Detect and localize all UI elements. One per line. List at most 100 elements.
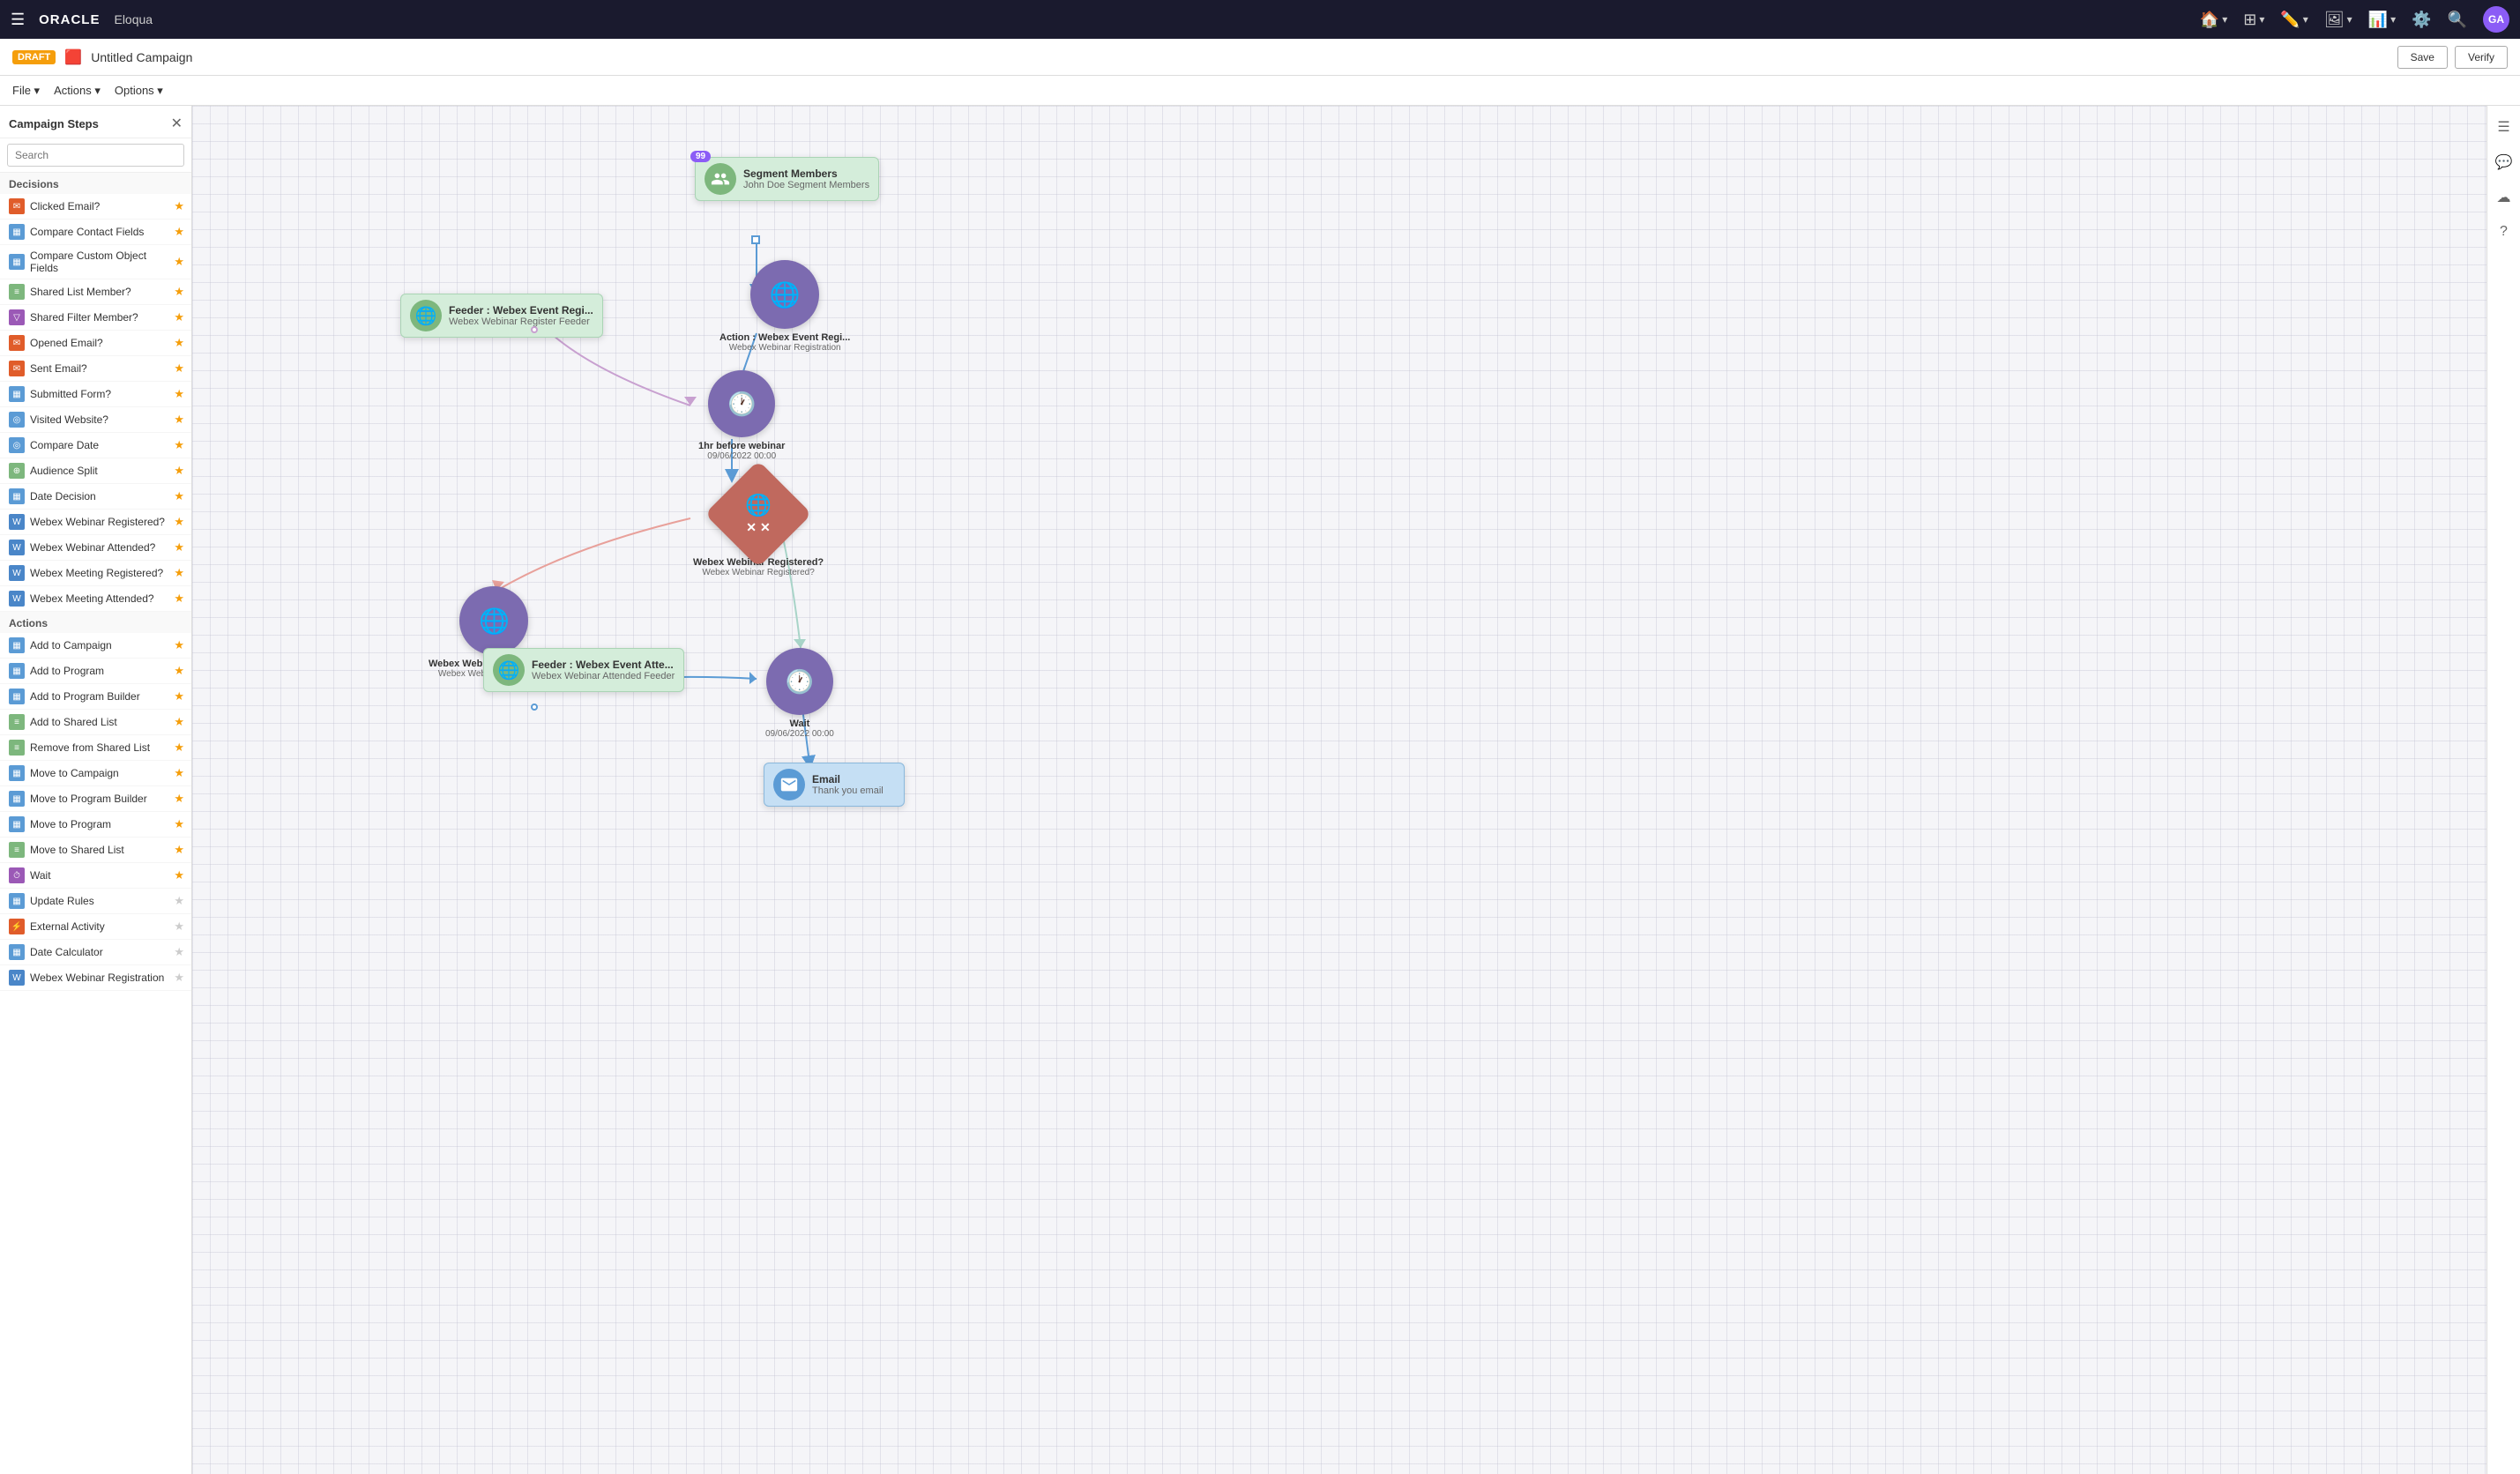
home-nav-btn[interactable]: 🏠 ▾ (2200, 11, 2227, 29)
edit-nav-btn[interactable]: ✏️ ▾ (2280, 11, 2308, 29)
star-sent-email[interactable]: ★ (174, 361, 184, 376)
sidebar-item-visited-website[interactable]: ◎ Visited Website? ★ (0, 407, 191, 433)
star-compare-contact[interactable]: ★ (174, 225, 184, 239)
star-update-rules[interactable]: ★ (174, 894, 184, 908)
feeder2-text: Feeder : Webex Event Atte... Webex Webin… (532, 659, 675, 681)
star-webex-meeting-reg[interactable]: ★ (174, 566, 184, 580)
sidebar-item-add-shared-list[interactable]: ≡ Add to Shared List ★ (0, 710, 191, 735)
star-webex-attended[interactable]: ★ (174, 540, 184, 555)
sidebar-item-shared-filter[interactable]: ▽ Shared Filter Member? ★ (0, 305, 191, 331)
star-audience-split[interactable]: ★ (174, 464, 184, 478)
star-opened-email[interactable]: ★ (174, 336, 184, 350)
star-add-program-builder[interactable]: ★ (174, 689, 184, 704)
feeder2-node[interactable]: 🌐 Feeder : Webex Event Atte... Webex Web… (483, 648, 684, 692)
star-move-campaign[interactable]: ★ (174, 766, 184, 780)
sidebar-item-webex-registered[interactable]: W Webex Webinar Registered? ★ (0, 510, 191, 535)
feeder1-node[interactable]: 🌐 Feeder : Webex Event Regi... Webex Web… (400, 294, 603, 338)
sidebar-item-webex-attended[interactable]: W Webex Webinar Attended? ★ (0, 535, 191, 561)
star-external-activity[interactable]: ★ (174, 919, 184, 934)
sidebar-item-submitted-form[interactable]: ▦ Submitted Form? ★ (0, 382, 191, 407)
star-submitted-form[interactable]: ★ (174, 387, 184, 401)
sidebar-item-date-decision[interactable]: ▦ Date Decision ★ (0, 484, 191, 510)
lines-panel-icon[interactable]: ☰ (2494, 115, 2513, 139)
sidebar-item-wait[interactable]: ⏱ Wait ★ (0, 863, 191, 889)
email-text: Email Thank you email (812, 773, 883, 796)
image-nav-btn[interactable]: 🖼 ▾ (2324, 11, 2352, 29)
actions-section-header: Actions (0, 612, 191, 633)
sidebar-item-move-program-builder[interactable]: ▦ Move to Program Builder ★ (0, 786, 191, 812)
sidebar-item-sent-email[interactable]: ✉ Sent Email? ★ (0, 356, 191, 382)
star-webex-reg-action[interactable]: ★ (174, 971, 184, 985)
sidebar-item-opened-email[interactable]: ✉ Opened Email? ★ (0, 331, 191, 356)
feeder1-text: Feeder : Webex Event Regi... Webex Webin… (449, 304, 593, 327)
canvas-area[interactable]: 99 Segment Members John Doe Segment Memb… (192, 106, 2486, 1474)
sidebar-item-webex-meeting-reg[interactable]: W Webex Meeting Registered? ★ (0, 561, 191, 586)
chart-nav-btn[interactable]: 📊 ▾ (2368, 11, 2396, 29)
sidebar-item-move-campaign[interactable]: ▦ Move to Campaign ★ (0, 761, 191, 786)
cloud-panel-icon[interactable]: ☁ (2494, 185, 2515, 210)
star-webex-meeting-att[interactable]: ★ (174, 592, 184, 606)
sidebar-close-icon[interactable]: ✕ (171, 115, 183, 132)
star-date-decision[interactable]: ★ (174, 489, 184, 503)
sidebar-item-date-calculator[interactable]: ▦ Date Calculator ★ (0, 940, 191, 965)
sidebar-item-add-program-builder[interactable]: ▦ Add to Program Builder ★ (0, 684, 191, 710)
sidebar-item-add-program[interactable]: ▦ Add to Program ★ (0, 659, 191, 684)
action-webex-node[interactable]: 🌐 Action : Webex Event Regi... Webex Web… (719, 260, 850, 353)
sidebar-item-compare-contact[interactable]: ▦ Compare Contact Fields ★ (0, 220, 191, 245)
main-layout: Campaign Steps ✕ Decisions ✉ Clicked Ema… (0, 106, 2520, 1474)
campaign-steps-sidebar: Campaign Steps ✕ Decisions ✉ Clicked Ema… (0, 106, 192, 1474)
sidebar-item-external-activity[interactable]: ⚡ External Activity ★ (0, 914, 191, 940)
options-menu[interactable]: Options ▾ (115, 84, 163, 98)
star-compare-date[interactable]: ★ (174, 438, 184, 452)
star-add-campaign[interactable]: ★ (174, 638, 184, 652)
star-move-program[interactable]: ★ (174, 817, 184, 831)
segment-members-node[interactable]: 99 Segment Members John Doe Segment Memb… (695, 157, 879, 201)
verify-button[interactable]: Verify (2455, 46, 2508, 69)
wait1-node[interactable]: 🕐 1hr before webinar 09/06/2022 00:00 (698, 370, 785, 461)
star-move-shared-list[interactable]: ★ (174, 843, 184, 857)
wait2-node[interactable]: 🕐 Wait 09/06/2022 00:00 (765, 648, 834, 739)
sidebar-item-remove-shared-list[interactable]: ≡ Remove from Shared List ★ (0, 735, 191, 761)
star-wait[interactable]: ★ (174, 868, 184, 882)
star-date-calculator[interactable]: ★ (174, 945, 184, 959)
sidebar-item-clicked-email[interactable]: ✉ Clicked Email? ★ (0, 194, 191, 220)
grid-nav-btn[interactable]: ⊞ ▾ (2243, 11, 2264, 29)
search-box (0, 138, 191, 173)
star-add-shared-list[interactable]: ★ (174, 715, 184, 729)
star-webex-registered[interactable]: ★ (174, 515, 184, 529)
search-nav-btn[interactable]: 🔍 (2448, 11, 2467, 29)
gear-nav-btn[interactable]: ⚙️ (2412, 11, 2431, 29)
star-shared-filter[interactable]: ★ (174, 310, 184, 324)
search-input[interactable] (7, 144, 184, 167)
chat-panel-icon[interactable]: 💬 (2492, 150, 2516, 175)
sidebar-item-audience-split[interactable]: ⊕ Audience Split ★ (0, 458, 191, 484)
save-button[interactable]: Save (2397, 46, 2448, 69)
app-name: Eloqua (114, 12, 153, 26)
user-avatar[interactable]: GA (2483, 6, 2509, 33)
sidebar-item-webex-meeting-att[interactable]: W Webex Meeting Attended? ★ (0, 586, 191, 612)
star-clicked-email[interactable]: ★ (174, 199, 184, 213)
star-visited-website[interactable]: ★ (174, 413, 184, 427)
email-node[interactable]: Email Thank you email (764, 763, 905, 807)
webex-meeting-reg-icon: W (9, 565, 25, 581)
sidebar-item-move-program[interactable]: ▦ Move to Program ★ (0, 812, 191, 838)
hamburger-icon[interactable]: ☰ (11, 11, 25, 29)
sidebar-item-compare-date[interactable]: ◎ Compare Date ★ (0, 433, 191, 458)
sidebar-item-webex-reg-action[interactable]: W Webex Webinar Registration ★ (0, 965, 191, 991)
actions-menu[interactable]: Actions ▾ (54, 84, 101, 98)
star-shared-list-member[interactable]: ★ (174, 285, 184, 299)
sidebar-item-add-campaign[interactable]: ▦ Add to Campaign ★ (0, 633, 191, 659)
sidebar-item-update-rules[interactable]: ▦ Update Rules ★ (0, 889, 191, 914)
sidebar-item-compare-custom[interactable]: ▦ Compare Custom Object Fields ★ (0, 245, 191, 279)
star-compare-custom[interactable]: ★ (174, 255, 184, 269)
star-remove-shared-list[interactable]: ★ (174, 741, 184, 755)
decision-node[interactable]: 🌐 ✕ ✕ Webex Webinar Registered? Webex We… (693, 476, 824, 577)
question-panel-icon[interactable]: ? (2496, 220, 2511, 243)
file-menu[interactable]: File ▾ (12, 84, 40, 98)
star-add-program[interactable]: ★ (174, 664, 184, 678)
sidebar-item-move-shared-list[interactable]: ≡ Move to Shared List ★ (0, 838, 191, 863)
star-move-program-builder[interactable]: ★ (174, 792, 184, 806)
visited-website-icon: ◎ (9, 412, 25, 428)
compare-contact-icon: ▦ (9, 224, 25, 240)
sidebar-item-shared-list-member[interactable]: ≡ Shared List Member? ★ (0, 279, 191, 305)
